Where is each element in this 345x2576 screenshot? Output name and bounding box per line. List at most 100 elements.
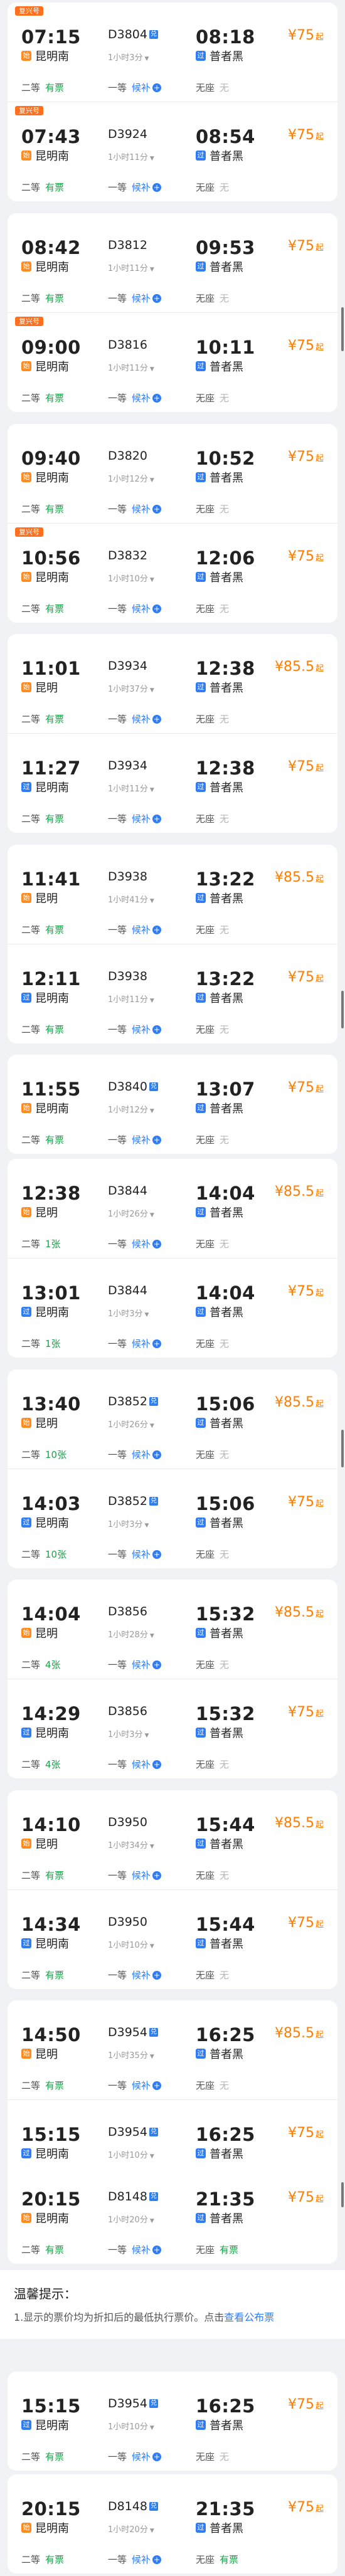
train-number[interactable]: D3844 (108, 1184, 147, 1198)
seat-second-class[interactable]: 二等 1张 (21, 1337, 61, 1350)
seat-no-seat[interactable]: 无座无 (196, 1968, 229, 1982)
waitlist-add-icon[interactable]: + (152, 1871, 162, 1880)
seat-second-class[interactable]: 二等有票 (21, 2553, 64, 2566)
train-card[interactable]: 11:27 D3934 12:38 ¥75 起过昆明南 1小时11分 ▼ 过普者黑 二等 有票 一等… (8, 733, 337, 833)
seat-no-seat[interactable]: 无座无 (196, 2079, 229, 2092)
train-card[interactable]: 复兴号 10:56 D3832 12:06 ¥75 起始昆明南 1小时10分 ▼ 过普者黑 二等有… (8, 523, 337, 623)
duration-toggle[interactable]: 1小时35分 ▼ (108, 2049, 154, 2061)
seat-second-class[interactable]: 二等 4张 (21, 1758, 61, 1771)
duration-toggle[interactable]: 1小时34分 ▼ (108, 1839, 154, 1850)
scrollbar-indicator[interactable] (341, 991, 344, 1028)
train-number[interactable]: D3816 (108, 338, 147, 352)
seat-second-class[interactable]: 二等有票 (21, 502, 64, 515)
waitlist-add-icon[interactable]: + (152, 83, 162, 92)
seat-first-class[interactable]: 一等候补+ (108, 1968, 162, 1982)
duration-toggle[interactable]: 1小时10分 ▼ (108, 2148, 154, 2160)
train-card[interactable]: 复兴号 07:43 D3924 08:54 ¥75 起始昆明南 1小时11分 ▼ 过普者黑 二等有… (8, 102, 337, 201)
seat-second-class[interactable]: 二等 4张 (21, 1658, 61, 1671)
scrollbar-indicator[interactable] (341, 2182, 344, 2207)
waitlist-add-icon[interactable]: + (152, 604, 162, 613)
waitlist-add-icon[interactable]: + (152, 715, 162, 724)
train-number[interactable]: D8148 兑 (108, 2499, 158, 2513)
train-number[interactable]: D3954 兑 (108, 2025, 158, 2039)
seat-no-seat[interactable]: 无座无 (196, 812, 229, 825)
train-card[interactable]: 复兴号 07:15 D3804 兑 08:18 ¥75 起始昆明南 1小时3分 ▼ 过普者黑 二等有… (8, 3, 337, 102)
seat-second-class[interactable]: 二等有票 (21, 1869, 64, 1882)
train-card[interactable]: 14:03 D3852 兑 15:06 ¥75 起过昆明南 1小时3分 ▼ 过普者黑 二等 10张一… (8, 1469, 337, 1568)
waitlist-add-icon[interactable]: + (152, 1760, 162, 1769)
train-card[interactable]: 12:38 D3844 14:04 ¥85.5 起始昆明 1小时26分 ▼ 过普者黑 二等 1张 一… (8, 1159, 337, 1258)
seat-no-seat[interactable]: 无座无 (196, 2450, 229, 2463)
train-number[interactable]: D3852 兑 (108, 1395, 158, 1408)
seat-first-class[interactable]: 一等候补+ (108, 181, 162, 194)
seat-second-class[interactable]: 二等 10张 (21, 1448, 66, 1461)
duration-toggle[interactable]: 1小时12分 ▼ (108, 1103, 154, 1115)
waitlist-add-icon[interactable]: + (152, 294, 162, 303)
seat-first-class[interactable]: 一等候补+ (108, 1337, 162, 1350)
seat-first-class[interactable]: 一等候补+ (108, 712, 162, 726)
train-number[interactable]: D3954 兑 (108, 2397, 158, 2410)
waitlist-add-icon[interactable]: + (152, 394, 162, 403)
duration-toggle[interactable]: 1小时12分 ▼ (108, 472, 154, 484)
seat-first-class[interactable]: 一等候补+ (108, 1869, 162, 1882)
train-number[interactable]: D8148 兑 (108, 2190, 158, 2204)
duration-toggle[interactable]: 1小时37分 ▼ (108, 682, 154, 694)
seat-no-seat[interactable]: 无座无 (196, 1133, 229, 1146)
scrollbar-indicator[interactable] (341, 1430, 344, 1467)
seat-no-seat[interactable]: 无座无 (196, 1237, 229, 1250)
train-card[interactable]: 20:15 D8148 兑 21:35 ¥75 起始昆明南 1小时20分 ▼ 过普者黑 二等 有票一… (8, 2474, 337, 2573)
seat-first-class[interactable]: 一等候补+ (108, 812, 162, 825)
train-card[interactable]: 14:10 D3950 15:44 ¥85.5 起始昆明 1小时34分 ▼ 过普者黑 二等 有票 一… (8, 1790, 337, 1889)
duration-toggle[interactable]: 1小时3分 ▼ (108, 1728, 149, 1739)
duration-toggle[interactable]: 1小时28分 ▼ (108, 1628, 154, 1640)
train-card[interactable]: 14:34 D3950 15:44 ¥75 起过昆明南 1小时10分 ▼ 过普者黑 二等 有票 一等… (8, 1889, 337, 1989)
train-number[interactable]: D3950 (108, 1915, 147, 1929)
seat-second-class[interactable]: 二等有票 (21, 1133, 64, 1146)
scrollbar-indicator[interactable] (341, 307, 344, 351)
train-number[interactable]: D3844 (108, 1284, 147, 1297)
seat-no-seat[interactable]: 无座 有票 (196, 2243, 238, 2256)
seat-no-seat[interactable]: 无座 有票 (196, 2553, 238, 2566)
train-number[interactable]: D3934 (108, 759, 147, 773)
train-card[interactable]: 14:29 D3856 15:32 ¥75 起过昆明南 1小时3分 ▼ 过普者黑 二等 4张 一等候… (8, 1679, 337, 1778)
waitlist-add-icon[interactable]: + (152, 183, 162, 192)
train-number[interactable]: D3820 (108, 449, 147, 463)
duration-toggle[interactable]: 1小时20分 ▼ (108, 2213, 154, 2225)
train-card[interactable]: 14:04 D3856 15:32 ¥85.5 起始昆明 1小时28分 ▼ 过普者黑 二等 4张 一… (8, 1580, 337, 1679)
seat-second-class[interactable]: 二等有票 (21, 391, 64, 404)
seat-first-class[interactable]: 一等候补+ (108, 2243, 162, 2256)
duration-toggle[interactable]: 1小时10分 ▼ (108, 1938, 154, 1950)
train-number[interactable]: D3832 (108, 549, 147, 562)
duration-toggle[interactable]: 1小时41分 ▼ (108, 893, 154, 905)
waitlist-add-icon[interactable]: + (152, 1660, 162, 1669)
seat-second-class[interactable]: 二等有票 (21, 712, 64, 726)
train-number[interactable]: D3924 (108, 127, 147, 141)
seat-second-class[interactable]: 二等有票 (21, 602, 64, 615)
seat-no-seat[interactable]: 无座无 (196, 81, 229, 94)
train-number[interactable]: D3856 (108, 1704, 147, 1718)
train-card[interactable]: 15:15D3954兑16:25¥75起过昆明南1小时10分▼过普者黑二等有票一… (8, 2372, 337, 2471)
train-number[interactable]: D3938 (108, 969, 147, 983)
waitlist-add-icon[interactable]: + (152, 505, 162, 514)
seat-second-class[interactable]: 二等有票 (21, 2243, 64, 2256)
train-number[interactable]: D3812 (108, 238, 147, 252)
seat-second-class[interactable]: 二等有票 (21, 1968, 64, 1982)
waitlist-add-icon[interactable]: + (152, 2452, 162, 2461)
seat-second-class[interactable]: 二等 1张 (21, 1237, 61, 1250)
duration-toggle[interactable]: 1小时20分 ▼ (108, 2523, 154, 2535)
seat-no-seat[interactable]: 无座无 (196, 712, 229, 726)
seat-no-seat[interactable]: 无座无 (196, 502, 229, 515)
duration-toggle[interactable]: 1小时11分 ▼ (108, 361, 154, 373)
seat-no-seat[interactable]: 无座无 (196, 1869, 229, 1882)
waitlist-add-icon[interactable]: + (152, 1025, 162, 1034)
train-card[interactable]: 08:42 D3812 09:53 ¥75 起始昆明南 1小时11分 ▼ 过普者黑 二等 有票 一等… (8, 213, 337, 312)
waitlist-add-icon[interactable]: + (152, 1450, 162, 1459)
duration-toggle[interactable]: 1小时11分 ▼ (108, 782, 154, 794)
seat-first-class[interactable]: 一等候补+ (108, 1548, 162, 1561)
seat-no-seat[interactable]: 无座无 (196, 1758, 229, 1771)
duration-toggle[interactable]: 1小时3分 ▼ (108, 1518, 149, 1529)
train-number[interactable]: D3934 (108, 659, 147, 673)
train-number[interactable]: D3840 兑 (108, 1080, 158, 1094)
train-card[interactable]: 20:15 D8148 兑 21:35 ¥75 起始昆明南 1小时20分 ▼ 过普者黑 二等 有票一… (8, 2165, 337, 2264)
train-number[interactable]: D3954 兑 (108, 2125, 158, 2139)
